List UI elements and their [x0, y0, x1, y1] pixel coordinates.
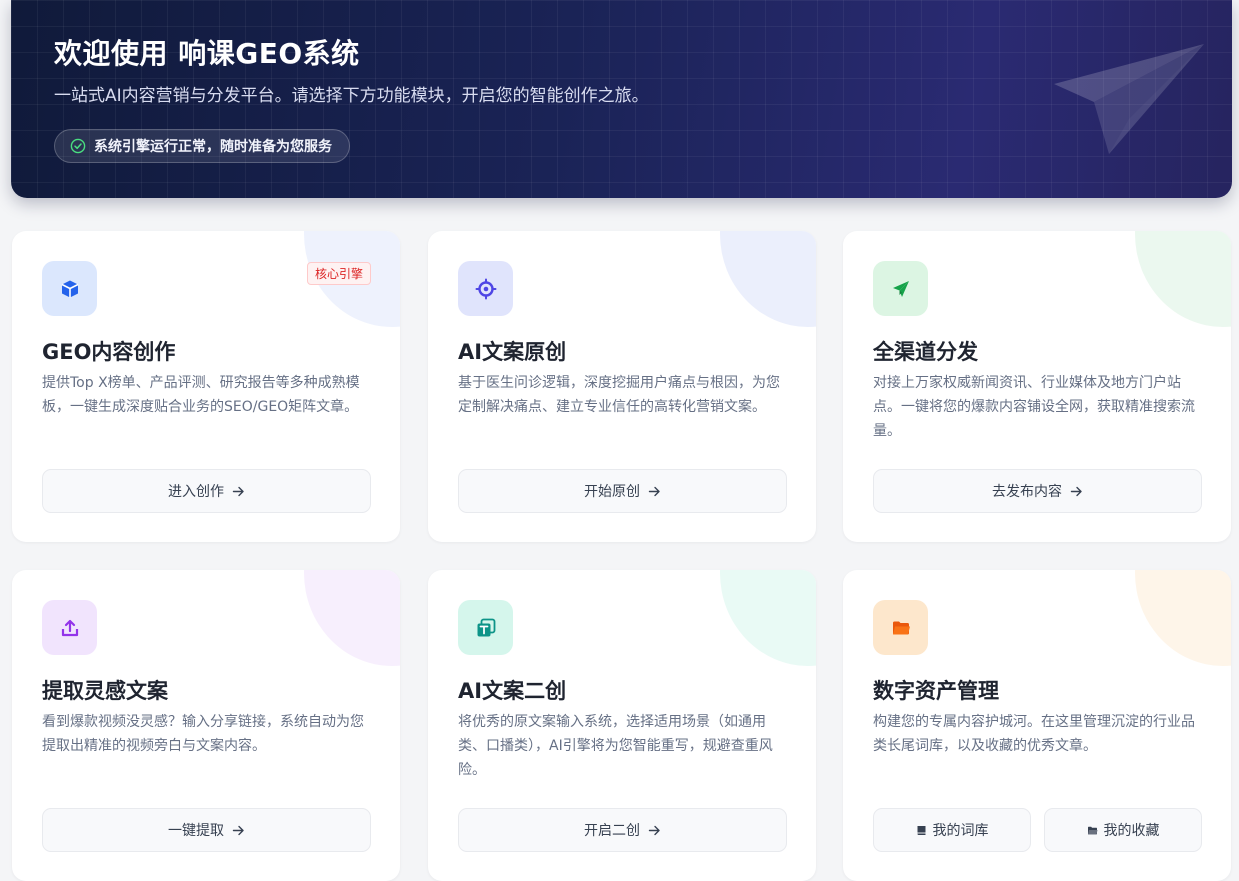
card-title: 提取灵感文案: [42, 679, 168, 703]
system-status-badge: 系统引擎运行正常，随时准备为您服务: [54, 129, 350, 163]
card-decoration: [304, 570, 400, 666]
one-click-extract-button[interactable]: 一键提取: [42, 808, 371, 852]
send-icon: [873, 261, 928, 316]
card-description: 将优秀的原文案输入系统，选择适用场景（如通用类、口播类），AI引擎将为您智能重写…: [458, 714, 773, 778]
enter-creation-button[interactable]: 进入创作: [42, 469, 371, 513]
arrow-right-icon: [648, 825, 660, 835]
start-original-button[interactable]: 开始原创: [458, 469, 787, 513]
arrow-right-icon: [232, 825, 244, 835]
card-title: GEO内容创作: [42, 340, 176, 364]
card-geo-content: 核心引擎 GEO内容创作 提供Top X榜单、产品评测、研究报告等多种成熟模板，…: [12, 231, 400, 542]
paper-plane-icon: [1054, 44, 1204, 154]
check-circle-icon: [70, 138, 86, 154]
card-description: 看到爆款视频没灵感？输入分享链接，系统自动为您提取出精准的视频旁白与文案内容。: [42, 714, 364, 754]
target-icon: [458, 261, 513, 316]
page-subtitle: 一站式AI内容营销与分发平台。请选择下方功能模块，开启您的智能创作之旅。: [54, 86, 649, 106]
welcome-banner: 欢迎使用 响课GEO系统 一站式AI内容营销与分发平台。请选择下方功能模块，开启…: [11, 0, 1232, 198]
go-publish-button[interactable]: 去发布内容: [873, 469, 1202, 513]
text-copy-icon: [458, 600, 513, 655]
folder-icon: [873, 600, 928, 655]
card-distribution: 全渠道分发 对接上万家权威新闻资讯、行业媒体及地方门户站点。一键将您的爆款内容铺…: [843, 231, 1231, 542]
card-decoration: [1135, 231, 1231, 327]
folder-open-icon: [1087, 825, 1098, 836]
book-icon: [916, 825, 927, 836]
card-ai-original: AI文案原创 基于医生问诊逻辑，深度挖掘用户痛点与根因，为您定制解决痛点、建立专…: [428, 231, 816, 542]
button-label: 一键提取: [168, 823, 224, 839]
arrow-right-icon: [232, 486, 244, 496]
card-title: AI文案二创: [458, 679, 567, 703]
card-ai-rewrite: AI文案二创 将优秀的原文案输入系统，选择适用场景（如通用类、口播类），AI引擎…: [428, 570, 816, 881]
upload-icon: [42, 600, 97, 655]
card-title: 数字资产管理: [873, 679, 999, 703]
button-label: 我的词库: [932, 823, 989, 839]
my-lexicon-button[interactable]: 我的词库: [873, 808, 1031, 852]
cube-icon: [42, 261, 97, 316]
card-decoration: [720, 231, 816, 327]
card-description: 基于医生问诊逻辑，深度挖掘用户痛点与根因，为您定制解决痛点、建立专业信任的高转化…: [458, 375, 780, 415]
core-engine-tag: 核心引擎: [306, 262, 371, 285]
card-decoration: [720, 570, 816, 666]
card-extract-inspiration: 提取灵感文案 看到爆款视频没灵感？输入分享链接，系统自动为您提取出精准的视频旁白…: [12, 570, 400, 881]
arrow-right-icon: [648, 486, 660, 496]
system-status-text: 系统引擎运行正常，随时准备为您服务: [94, 139, 332, 155]
card-title: AI文案原创: [458, 340, 567, 364]
button-label: 开启二创: [584, 823, 640, 839]
start-rewrite-button[interactable]: 开启二创: [458, 808, 787, 852]
card-title: 全渠道分发: [873, 340, 978, 364]
card-description: 提供Top X榜单、产品评测、研究报告等多种成熟模板，一键生成深度贴合业务的SE…: [42, 375, 360, 415]
button-label: 进入创作: [168, 484, 224, 500]
button-label: 去发布内容: [992, 484, 1062, 500]
card-description: 构建您的专属内容护城河。在这里管理沉淀的行业品类长尾词库，以及收藏的优秀文章。: [873, 714, 1195, 754]
my-favorites-button[interactable]: 我的收藏: [1044, 808, 1202, 852]
arrow-right-icon: [1070, 486, 1082, 496]
card-decoration: [1135, 570, 1231, 666]
card-description: 对接上万家权威新闻资讯、行业媒体及地方门户站点。一键将您的爆款内容铺设全网，获取…: [873, 375, 1195, 439]
card-digital-assets: 数字资产管理 构建您的专属内容护城河。在这里管理沉淀的行业品类长尾词库，以及收藏…: [843, 570, 1231, 881]
page-title: 欢迎使用 响课GEO系统: [54, 37, 360, 70]
button-label: 我的收藏: [1103, 823, 1160, 839]
button-label: 开始原创: [584, 484, 640, 500]
